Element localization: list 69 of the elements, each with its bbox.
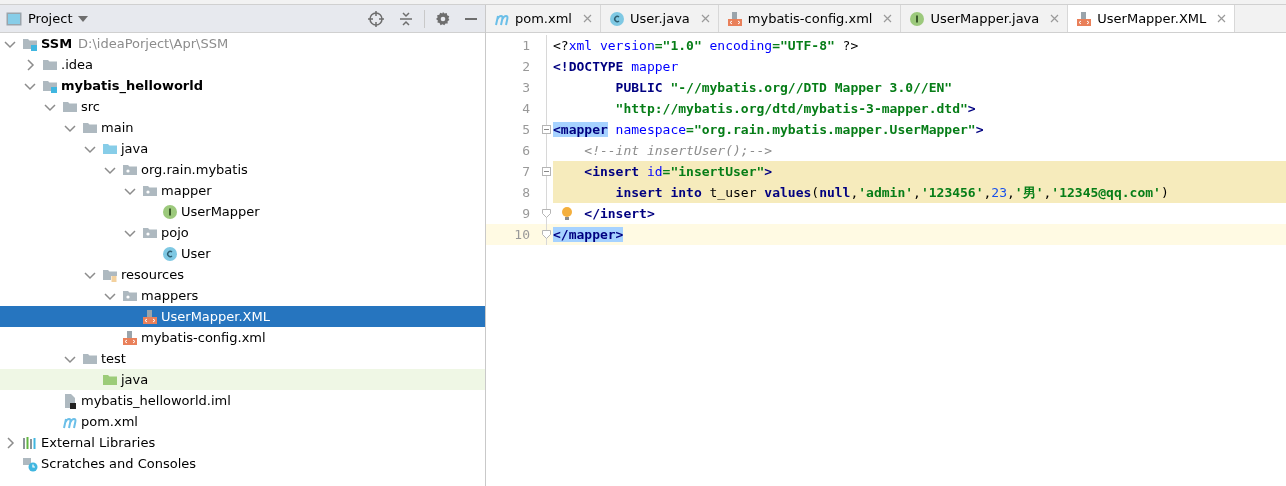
code-line: PUBLIC "-//mybatis.org//DTD Mapper 3.0//EN" [614, 79, 954, 97]
project-view-icon [6, 11, 22, 26]
fold-end-icon[interactable] [542, 209, 551, 218]
settings-icon[interactable] [435, 10, 451, 27]
panel-title[interactable]: Project [28, 11, 73, 26]
tree-item[interactable]: User [0, 243, 485, 264]
line-number: 1 [521, 37, 531, 55]
tree-item[interactable]: mybatis-config.xml [0, 327, 485, 348]
code-line: <?xml version="1.0" encoding="UTF-8" ?> [553, 37, 860, 55]
line-number: 6 [521, 142, 531, 160]
tree-item[interactable]: test [0, 348, 485, 369]
close-icon[interactable] [1050, 14, 1060, 23]
tree-item[interactable]: java [0, 369, 485, 390]
fold-gutter[interactable] [540, 224, 553, 245]
class-icon [609, 10, 625, 27]
code-line: "http://mybatis.org/dtd/mybatis-3-mapper.dtd"> [614, 100, 977, 118]
fold-marker-icon[interactable] [542, 125, 551, 134]
close-icon[interactable] [1217, 14, 1227, 23]
interface-icon [909, 10, 926, 27]
tree-item[interactable]: SSM D:\ideaPorject\Apr\SSM [0, 33, 485, 54]
tree-item[interactable]: UserMapper.XML [0, 306, 485, 327]
class-icon [162, 245, 178, 262]
scratches-icon [22, 455, 38, 472]
line-number: 8 [521, 184, 531, 202]
line-number: 7 [521, 163, 531, 181]
tree-item[interactable]: mappers [0, 285, 485, 306]
fold-end-icon[interactable] [542, 230, 551, 239]
line-number: 4 [521, 100, 531, 118]
tree-item[interactable]: org.rain.mybatis [0, 159, 485, 180]
close-icon[interactable] [883, 14, 893, 23]
close-icon[interactable] [583, 14, 592, 23]
xml-file-icon [1076, 10, 1093, 27]
tree-item[interactable]: mybatis_helloworld.iml [0, 390, 485, 411]
tree-item[interactable]: java [0, 138, 485, 159]
fold-marker-icon[interactable] [542, 167, 551, 176]
xml-file-icon [142, 308, 158, 325]
xml-file-icon [122, 329, 138, 346]
lightbulb-icon[interactable] [561, 206, 573, 221]
code-line: </insert> [553, 203, 1286, 224]
collapse-all-icon[interactable] [398, 10, 414, 27]
tree-item[interactable]: pojo [0, 222, 485, 243]
code-line: <!DOCTYPE mapper [553, 58, 680, 76]
libraries-icon [22, 434, 38, 451]
line-number: 9 [521, 205, 531, 223]
xml-file-icon [726, 10, 743, 27]
tree-item[interactable]: Scratches and Consoles [0, 453, 485, 474]
close-icon[interactable] [700, 14, 710, 23]
line-number: 3 [521, 79, 531, 97]
dropdown-caret-icon[interactable] [78, 15, 89, 22]
tree-item[interactable]: pom.xml [0, 411, 485, 432]
tree-item[interactable]: main [0, 117, 485, 138]
line-number: 5 [521, 121, 531, 139]
tree-item[interactable]: mybatis_helloworld [0, 75, 485, 96]
tree-item[interactable]: resources [0, 264, 485, 285]
code-line: <!--int insertUser();--> [583, 142, 774, 160]
crosshair-icon[interactable] [368, 10, 384, 27]
interface-icon [162, 203, 178, 220]
tree-item[interactable]: External Libraries [0, 432, 485, 453]
tree-item[interactable]: .idea [0, 54, 485, 75]
editor-tab[interactable]: User.java [601, 5, 719, 32]
file-icon [62, 392, 78, 409]
editor-tab[interactable]: pom.xml [486, 5, 601, 32]
code-line: <mapper namespace="org.rain.mybatis.mapper.UserMapper"> [553, 121, 985, 139]
line-number: 2 [521, 58, 531, 76]
tree-item[interactable]: mapper [0, 180, 485, 201]
editor-tab[interactable]: mybatis-config.xml [718, 5, 902, 32]
tree-item[interactable]: UserMapper [0, 201, 485, 222]
editor-tab[interactable]: UserMapper.XML [1068, 5, 1236, 32]
tree-item[interactable]: src [0, 96, 485, 117]
